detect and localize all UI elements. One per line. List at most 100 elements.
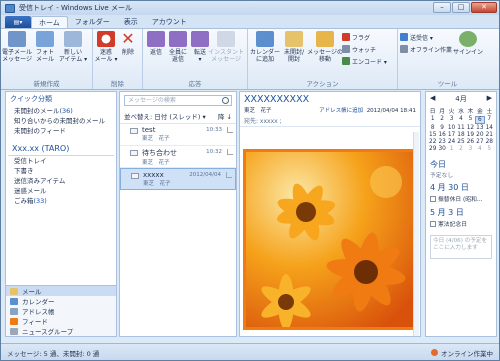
calendar-day[interactable]: 17 bbox=[447, 132, 456, 138]
calendar-day[interactable]: 21 bbox=[485, 132, 494, 138]
folder-trash[interactable]: ごみ箱(33) bbox=[6, 196, 116, 206]
minimize-button[interactable]: – bbox=[433, 2, 451, 13]
calendar-month: 4月 bbox=[455, 95, 467, 103]
delete-icon: ✕ bbox=[121, 29, 135, 48]
event-item[interactable]: 憲法記念日 bbox=[426, 218, 496, 229]
calendar-day[interactable]: 9 bbox=[437, 125, 446, 131]
next-month-button[interactable]: ▶ bbox=[487, 94, 492, 104]
calendar-day[interactable]: 10 bbox=[447, 125, 456, 131]
flag-icon[interactable] bbox=[227, 127, 233, 133]
calendar-icon bbox=[256, 31, 274, 47]
message-row[interactable]: 待ち合わせ 東芝 花子 10:32 bbox=[120, 146, 236, 168]
event-checkbox[interactable] bbox=[430, 195, 436, 202]
nav-newsgroups[interactable]: ニュースグループ bbox=[6, 326, 116, 336]
send-receive-button[interactable]: 送受信 ▾ bbox=[400, 32, 452, 42]
attached-photo bbox=[243, 149, 418, 330]
folder-junk[interactable]: 迷惑メール bbox=[6, 186, 116, 196]
calendar-day[interactable]: 3 bbox=[447, 116, 456, 124]
add-to-contacts-link[interactable]: アドレス帳に追加 bbox=[319, 108, 363, 114]
calendar-day[interactable]: 27 bbox=[475, 139, 484, 145]
calendar-icon bbox=[10, 297, 18, 305]
window-controls: – □ ✕ bbox=[433, 2, 497, 13]
calendar-day[interactable]: 22 bbox=[428, 139, 437, 145]
tab-folder[interactable]: フォルダー bbox=[68, 16, 117, 28]
calendar-day[interactable]: 14 bbox=[485, 125, 494, 131]
sort-by-dropdown[interactable]: 並べ替え: 日付 (スレッド) ▾ bbox=[124, 111, 206, 121]
calendar-day[interactable]: 23 bbox=[437, 139, 446, 145]
message-count-status: メッセージ: 5 通、未開封: 0 通 bbox=[7, 349, 100, 358]
watch-button[interactable]: ウォッチ bbox=[342, 44, 387, 54]
reading-pane-scrollbar[interactable] bbox=[413, 132, 419, 336]
prev-month-button[interactable]: ◀ bbox=[430, 94, 435, 104]
calendar-day[interactable]: 19 bbox=[466, 132, 475, 138]
event-item[interactable]: 振替休日 (昭和… bbox=[426, 193, 496, 204]
event-checkbox[interactable] bbox=[430, 220, 436, 227]
encode-button[interactable]: エンコード ▾ bbox=[342, 56, 387, 66]
online-status[interactable]: オンライン作業中 bbox=[431, 348, 493, 358]
calendar-day[interactable]: 1 bbox=[428, 116, 437, 124]
calendar-day[interactable]: 12 bbox=[466, 125, 475, 131]
calendar-day[interactable]: 16 bbox=[437, 132, 446, 138]
folder-unread-contacts[interactable]: 知り合いからの未開封のメール bbox=[6, 116, 116, 126]
calendar-day[interactable]: 5 bbox=[485, 146, 494, 152]
calendar-day[interactable]: 28 bbox=[485, 139, 494, 145]
calendar-day[interactable]: 7 bbox=[485, 116, 494, 124]
envelope-icon bbox=[285, 31, 303, 47]
tab-account[interactable]: アカウント bbox=[145, 16, 194, 28]
sort-order-toggle[interactable]: 降 ↓ bbox=[218, 111, 232, 121]
nav-feeds[interactable]: フィード bbox=[6, 316, 116, 326]
contacts-icon bbox=[10, 307, 18, 315]
quick-event-input[interactable]: 今日 (4/06) の予定をここに入力します bbox=[430, 235, 492, 259]
nav-calendar[interactable]: カレンダー bbox=[6, 296, 116, 306]
calendar-day[interactable]: 29 bbox=[428, 146, 437, 152]
calendar-day[interactable]: 18 bbox=[456, 132, 465, 138]
calendar-day[interactable]: 15 bbox=[428, 132, 437, 138]
calendar-day[interactable]: 4 bbox=[456, 116, 465, 124]
search-input[interactable]: メッセージの検索 bbox=[124, 95, 232, 106]
calendar-day[interactable]: 3 bbox=[466, 146, 475, 152]
folder-inbox[interactable]: 受信トレイ bbox=[6, 156, 116, 166]
calendar-day[interactable]: 11 bbox=[456, 125, 465, 131]
app-menu-button[interactable]: ▤▾ bbox=[5, 16, 31, 28]
maximize-button[interactable]: □ bbox=[452, 2, 470, 13]
event-date-2: 5 月 3 日 bbox=[430, 208, 464, 217]
nav-contacts[interactable]: アドレス帳 bbox=[6, 306, 116, 316]
tab-home[interactable]: ホーム bbox=[31, 16, 68, 28]
nav-mail[interactable]: メール bbox=[6, 286, 116, 296]
calendar-day[interactable]: 13 bbox=[475, 125, 484, 131]
folder-drafts[interactable]: 下書き bbox=[6, 166, 116, 176]
calendar-day[interactable]: 2 bbox=[437, 116, 446, 124]
tab-view[interactable]: 表示 bbox=[117, 16, 145, 28]
account-name[interactable]: Xxx.xx (TARO) bbox=[8, 142, 114, 156]
work-offline-button[interactable]: オフライン作業 bbox=[400, 44, 452, 54]
encode-icon bbox=[342, 57, 350, 65]
calendar-day[interactable]: 30 bbox=[437, 146, 446, 152]
folder-sent[interactable]: 送信済みアイテム bbox=[6, 176, 116, 186]
folder-unread-feeds[interactable]: 未開封のフィード bbox=[6, 126, 116, 136]
calendar-day[interactable]: 8 bbox=[428, 125, 437, 131]
watch-icon bbox=[342, 45, 350, 53]
calendar-day[interactable]: 24 bbox=[447, 139, 456, 145]
calendar-day[interactable]: 2 bbox=[456, 146, 465, 152]
flag-icon[interactable] bbox=[226, 172, 232, 178]
group-respond: 返信 全員に 返信 転送 ▾ インスタント メッセージ 応答 bbox=[143, 29, 248, 89]
reply-icon bbox=[147, 31, 165, 47]
flag-button[interactable]: フラグ bbox=[342, 32, 387, 42]
group-tools: 送受信 ▾ オフライン作業 サインイン ツール bbox=[398, 29, 497, 89]
flower-photo-image bbox=[246, 152, 415, 327]
quick-views-title[interactable]: クイック分類 bbox=[6, 92, 116, 106]
calendar-day-today[interactable]: 6 bbox=[475, 116, 485, 124]
calendar-day[interactable]: 5 bbox=[466, 116, 475, 124]
today-heading: 今日 bbox=[430, 160, 446, 169]
search-icon[interactable] bbox=[222, 97, 229, 104]
message-row-selected[interactable]: xxxxx 東芝 花子 2012/04/04 bbox=[120, 168, 236, 190]
close-button[interactable]: ✕ bbox=[471, 2, 497, 13]
folder-unread-mail[interactable]: 未開封のメール(36) bbox=[6, 106, 116, 116]
calendar-day[interactable]: 25 bbox=[456, 139, 465, 145]
flag-icon[interactable] bbox=[227, 149, 233, 155]
calendar-day[interactable]: 20 bbox=[475, 132, 484, 138]
calendar-day[interactable]: 26 bbox=[466, 139, 475, 145]
calendar-day[interactable]: 1 bbox=[447, 146, 456, 152]
calendar-day[interactable]: 4 bbox=[475, 146, 484, 152]
message-row[interactable]: test 東芝 花子 10:33 bbox=[120, 124, 236, 146]
